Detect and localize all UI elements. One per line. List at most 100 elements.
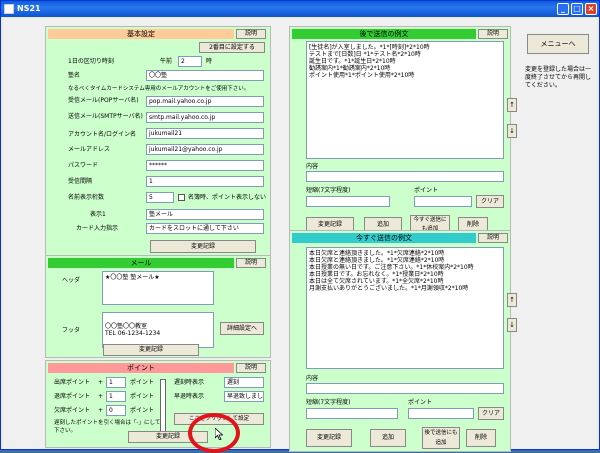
leave-points-input[interactable]: 1 (106, 391, 126, 402)
shop-name-input[interactable]: 〇〇塾 (146, 70, 264, 81)
later-content-label: 内容 (306, 163, 319, 170)
later-down-arrow-icon[interactable]: ↓ (507, 124, 517, 138)
later-short-label: 短縮(7文字程度) (306, 187, 351, 194)
pop-input[interactable]: pop.mail.yahoo.co.jp (146, 96, 264, 107)
list-item[interactable]: テストまで[日数]日 *1*テスト名*2*10時 (309, 51, 501, 58)
now-send-list[interactable]: 本日欠席と連絡頂きました。*1*欠席連絡*2*10時 本日欠席と連絡頂きました。… (306, 247, 504, 369)
email-input[interactable]: jukumail21@yahoo.co.jp (146, 144, 264, 155)
interval-input[interactable]: 1 (146, 176, 264, 187)
later-point-input[interactable] (414, 196, 472, 207)
mouse-cursor-icon (215, 428, 223, 440)
list-item[interactable]: [生徒名]が入室しました。*1*[時刻]*2*10時 (309, 44, 501, 51)
card-input[interactable]: カードをスロットに通して下さい (146, 223, 264, 234)
absent-points-input[interactable]: 0 (106, 405, 126, 416)
now-down-arrow-icon[interactable]: ↓ (507, 318, 517, 332)
now-send-later-button[interactable]: 後で送信にも追加 (422, 427, 460, 449)
hour-unit: 時 (206, 58, 213, 65)
account-label: アカウント名/ログイン名 (68, 131, 137, 138)
later-short-input[interactable] (306, 196, 390, 207)
client-area: 基本設定 説明 2番目に設定する 1日の区切り時刻 午前 2 時 塾名 〇〇塾 … (3, 18, 597, 453)
points-row-label: 退席ポイント (54, 393, 91, 400)
minimize-icon[interactable]: _ (557, 3, 569, 15)
now-save-button[interactable]: 変更記録 (306, 429, 352, 447)
now-point-label: ポイント (408, 399, 433, 406)
later-content-input[interactable] (306, 171, 504, 182)
restart-note: 変更を登録した場合は一度終了させてから再開してください。 (525, 66, 592, 89)
points-unit: ポイント (130, 393, 155, 400)
later-clear-button[interactable]: クリア (476, 195, 504, 208)
mail-header: メール (48, 258, 234, 268)
mail-save-button[interactable]: 変更記録 (103, 344, 199, 356)
now-point-input[interactable] (408, 408, 474, 419)
app-icon (4, 4, 14, 14)
title-bar[interactable]: NS21 _ □ × (1, 1, 599, 17)
display1-input[interactable]: 塾メール (146, 209, 264, 220)
account-input[interactable]: jukumail21 (146, 128, 264, 139)
password-label: パスワード (68, 162, 99, 169)
points-row-label: 欠席ポイント (54, 407, 91, 414)
ampm-label: 午前 (160, 58, 173, 65)
now-content-label: 内容 (306, 375, 319, 382)
list-item[interactable]: 月謝支払いありがとうございました。*1*月謝領収*2*10時 (309, 285, 501, 292)
list-item[interactable]: ポイント使用*1*ポイント使用*2*10時 (309, 72, 501, 79)
mail-help-button[interactable]: 説明 (236, 258, 266, 268)
digits-label: 名前表示桁数 (68, 194, 105, 201)
late-input[interactable]: 遅刻 (224, 377, 264, 388)
mail-header-label: ヘッダ (62, 277, 81, 284)
list-item[interactable]: 誕生日です。*1*誕生日*2*10時 (309, 58, 501, 65)
points-unit: ポイント (130, 379, 155, 386)
password-input[interactable]: ****** (146, 160, 264, 171)
points-row-op: + (98, 393, 104, 400)
later-help-button[interactable]: 説明 (478, 29, 508, 39)
close-icon[interactable]: × (585, 3, 597, 15)
shop-name-label: 塾名 (68, 72, 81, 79)
email-label: メールアドレス (68, 146, 111, 153)
points-row-label: 出席ポイント (54, 379, 91, 386)
later-send-list[interactable]: [生徒名]が入室しました。*1*[時刻]*2*10時 テストまで[日数]日 *1… (306, 41, 504, 159)
digits-input[interactable]: 5 (146, 192, 174, 203)
now-delete-button[interactable]: 削除 (466, 429, 496, 447)
smtp-input[interactable]: smtp.mail.yahoo.co.jp (146, 112, 264, 123)
list-item[interactable]: 本日授業の無い日です。ご注意下さい。*1*休校案内*2*10時 (309, 264, 501, 271)
display1-label: 表示1 (90, 211, 106, 218)
menu-button[interactable]: メニューへ (527, 34, 589, 54)
basic-help-button[interactable]: 説明 (236, 29, 266, 39)
mail-header-text: ★〇〇塾 塾メール★ (105, 274, 160, 281)
mail-footer-textarea[interactable]: 〇〇塾〇〇教室 TEL 06-1234-1234 (102, 312, 214, 348)
attend-points-input[interactable]: 1 (106, 377, 126, 388)
basic-save-button[interactable]: 変更記録 (150, 240, 256, 253)
later-up-arrow-icon[interactable]: ↑ (507, 98, 517, 112)
hide-points-checkbox[interactable] (178, 194, 185, 201)
mail-header-textarea[interactable]: ★〇〇塾 塾メール★ (102, 271, 214, 305)
basic-settings-header: 基本設定 (48, 29, 234, 39)
points-help-button[interactable]: 説明 (236, 363, 266, 373)
second-setting-button[interactable]: 2番目に設定する (199, 42, 265, 53)
interval-label: 受信間隔 (68, 178, 93, 185)
points-scrollbar[interactable] (160, 379, 166, 439)
maximize-icon[interactable]: □ (571, 3, 583, 15)
mail-footer-line: TEL 06-1234-1234 (105, 330, 161, 337)
now-short-input[interactable] (306, 408, 398, 419)
main-window: NS21 _ □ × 基本設定 説明 2番目に設定する 1日の区切り時刻 午前 … (0, 0, 600, 453)
reset-time-label: 1日の区切り時刻 (68, 58, 114, 65)
list-item[interactable]: 本日授業日です。お忘れなく。*1*授業日*2*10時 (309, 271, 501, 278)
now-content-input[interactable] (306, 383, 504, 394)
early-input[interactable]: 早退致しました (224, 391, 264, 402)
list-item[interactable]: 勧誘案内*1*勧誘案内*2*10時 (309, 65, 501, 72)
list-item[interactable]: 本日は全て欠席されています。*1*全欠席*2*10時 (309, 278, 501, 285)
now-up-arrow-icon[interactable]: ↑ (507, 293, 517, 307)
list-item[interactable]: 本日欠席と連絡頂きました。*1*欠席連絡*2*10時 (309, 250, 501, 257)
hide-points-label: 名簿時、ポイント表示しない (188, 194, 267, 201)
card-label: カード入力指示 (76, 225, 119, 232)
now-clear-button[interactable]: クリア (478, 407, 504, 420)
early-label: 早退時表示 (174, 393, 205, 400)
mail-detail-button[interactable]: 詳細設定へ (220, 322, 264, 335)
list-item[interactable]: 本日欠席と連絡頂きました。*1*欠席連絡*2*10時 (309, 257, 501, 264)
later-send-header: 後で送信の例文 (292, 29, 476, 39)
later-send-panel: 後で送信の例文 説明 [生徒名]が入室しました。*1*[時刻]*2*10時 テス… (289, 26, 511, 240)
now-add-button[interactable]: 追加 (370, 429, 406, 447)
highlight-circle (188, 413, 240, 453)
now-help-button[interactable]: 説明 (478, 233, 508, 243)
hour-input[interactable]: 2 (178, 56, 202, 67)
account-note: なるべくタイムカードシステム専用のメールアカウントをご使用下さい。 (68, 86, 250, 92)
